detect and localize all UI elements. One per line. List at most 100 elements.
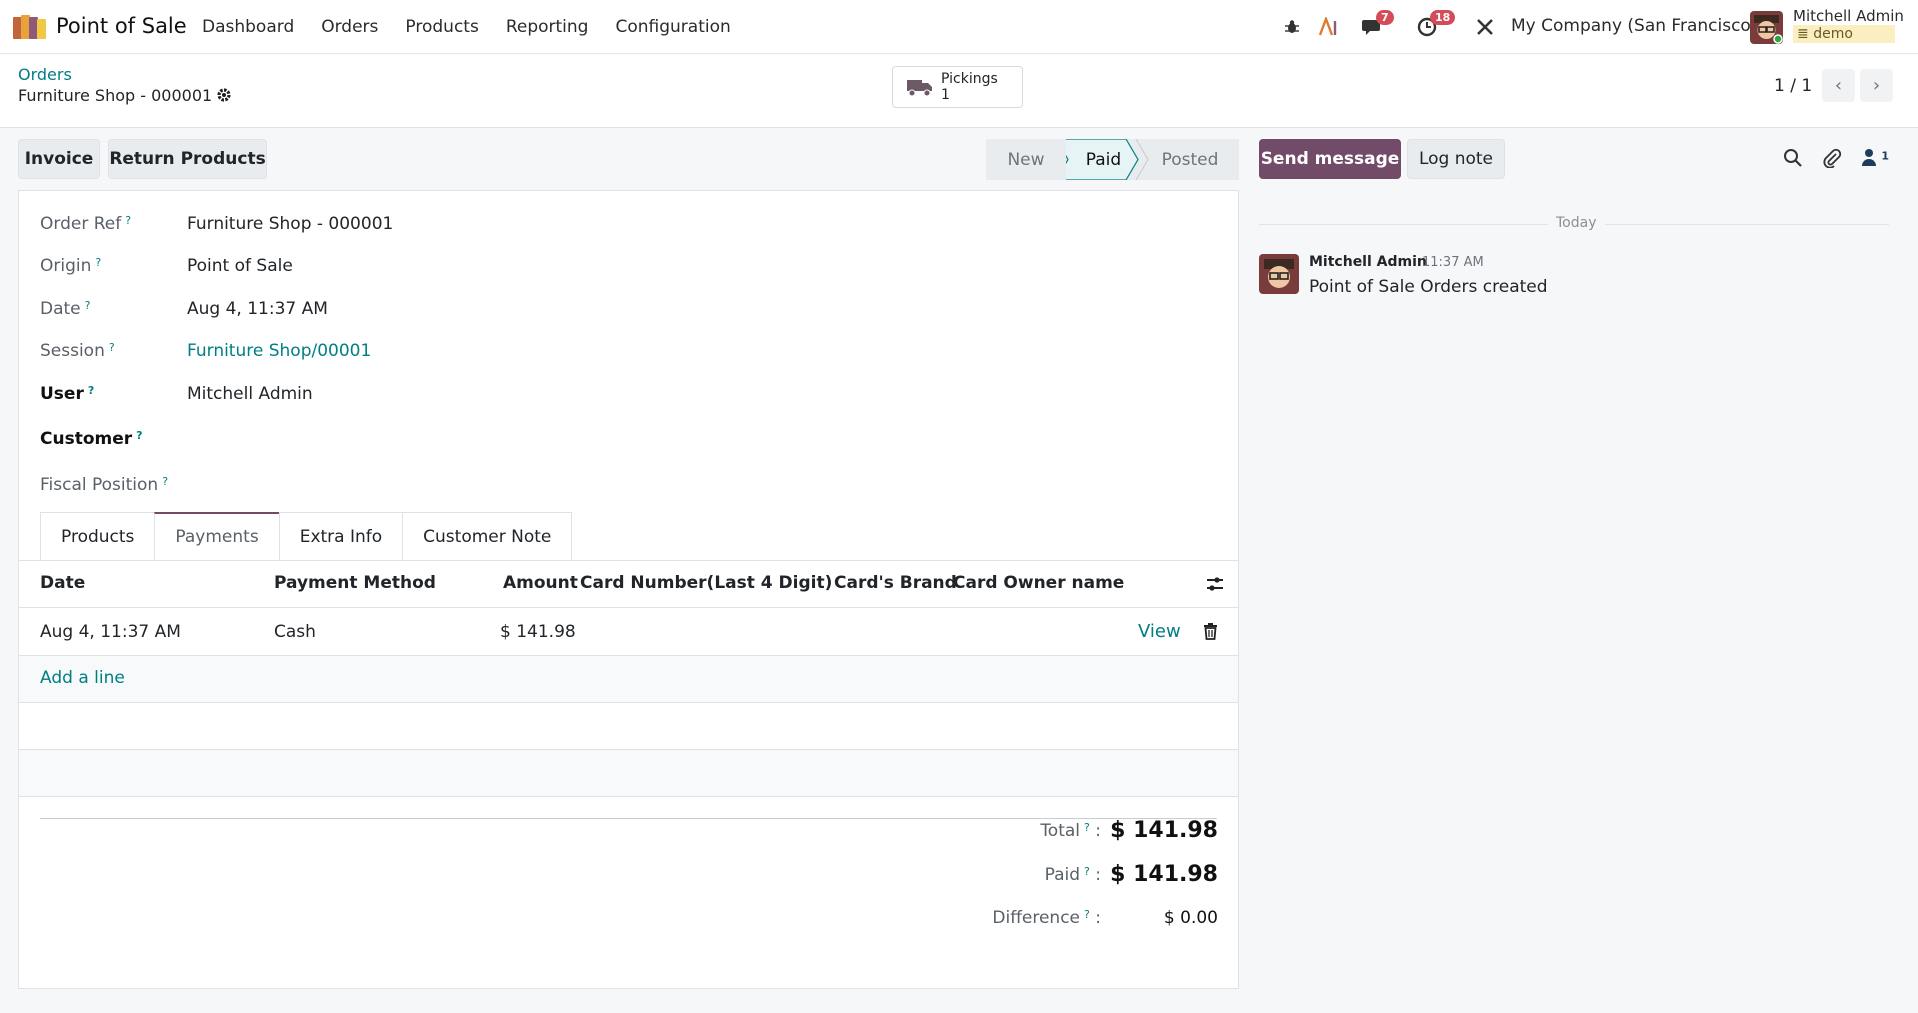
navbar: Point of Sale Dashboard Orders Products … (0, 0, 1918, 54)
tab-payments[interactable]: Payments (154, 512, 280, 560)
database-chip: ≣ demo (1793, 25, 1895, 43)
total-label: Total? : (1040, 821, 1101, 841)
tab-extra-info[interactable]: Extra Info (278, 512, 404, 560)
message-time: 11:37 AM (1422, 255, 1484, 270)
help-tooltip-icon[interactable]: ? (85, 299, 91, 312)
main-menu: Dashboard Orders Products Reporting Conf… (202, 17, 758, 37)
send-message-button[interactable]: Send message (1259, 139, 1401, 179)
search-icon[interactable] (1783, 148, 1803, 173)
pos-app-icon[interactable] (13, 15, 47, 39)
activities-badge: 18 (1430, 10, 1456, 25)
user-name[interactable]: Mitchell Admin (1793, 7, 1904, 25)
messages-badge: 7 (1376, 10, 1394, 25)
tab-customer-note[interactable]: Customer Note (402, 512, 573, 560)
pager-value[interactable]: 1 / 1 (1774, 76, 1812, 96)
message-author-avatar[interactable] (1259, 254, 1299, 294)
empty-row (19, 702, 1238, 749)
pager-next-button[interactable]: › (1860, 69, 1893, 102)
status-posted[interactable]: Posted (1141, 139, 1239, 180)
session-label: Session? (40, 341, 115, 361)
optional-columns-icon[interactable] (1206, 575, 1224, 598)
header-separator (19, 607, 1238, 608)
view-button[interactable]: View (1138, 621, 1181, 642)
table-bottom-border (19, 796, 1238, 797)
invoice-button[interactable]: Invoice (18, 139, 100, 179)
paid-value: $ 141.98 (1110, 862, 1218, 887)
menu-orders[interactable]: Orders (321, 17, 378, 37)
smart-button-count: 1 (941, 87, 950, 103)
help-tooltip-icon[interactable]: ? (95, 256, 101, 269)
notebook-tabs: Products Payments Extra Info Customer No… (40, 512, 573, 560)
help-tooltip-icon[interactable]: ? (136, 429, 142, 442)
totals-separator (40, 818, 1217, 819)
smart-button-label: Pickings (941, 71, 998, 87)
followers-button[interactable]: 1 (1862, 148, 1889, 171)
column-card-number[interactable]: Card Number(Last 4 Digit) (580, 573, 832, 593)
status-bar: New Paid Posted (986, 139, 1239, 180)
ai-icon[interactable] (1316, 12, 1342, 42)
chevron-right-icon: › (1872, 75, 1881, 96)
breadcrumb-orders[interactable]: Orders (18, 65, 72, 84)
gear-icon[interactable] (216, 87, 232, 107)
form-sheet: Order Ref? Furniture Shop - 000001 Origi… (18, 190, 1239, 989)
date-label: Date? (40, 299, 91, 319)
control-panel: Orders Furniture Shop - 000001 Pickings … (0, 55, 1918, 128)
help-tooltip-icon[interactable]: ? (162, 475, 168, 488)
app-name[interactable]: Point of Sale (56, 14, 187, 38)
row-amount[interactable]: $ 141.98 (500, 622, 576, 642)
date-value[interactable]: Aug 4, 11:37 AM (187, 299, 328, 319)
activity-clock-icon[interactable]: 18 (1412, 10, 1456, 42)
session-link[interactable]: Furniture Shop/00001 (187, 341, 371, 361)
message-author[interactable]: Mitchell Admin (1309, 254, 1427, 270)
pager-previous-button[interactable]: ‹ (1822, 69, 1855, 102)
column-payment-method[interactable]: Payment Method (274, 573, 436, 593)
followers-count: 1 (1881, 149, 1890, 163)
help-tooltip-icon[interactable]: ? (125, 214, 131, 227)
debug-icon[interactable] (1280, 12, 1304, 42)
user-label: User? (40, 384, 95, 404)
table-top-border (19, 560, 1238, 561)
menu-dashboard[interactable]: Dashboard (202, 17, 294, 37)
column-card-owner[interactable]: Card Owner name (953, 573, 1124, 593)
origin-value[interactable]: Point of Sale (187, 256, 293, 276)
difference-label: Difference? : (992, 908, 1101, 928)
return-products-button[interactable]: Return Products (108, 139, 267, 179)
breadcrumb-current-record: Furniture Shop - 000001 (18, 86, 213, 105)
user-avatar[interactable] (1750, 11, 1783, 44)
message-body: Point of Sale Orders created (1309, 277, 1548, 297)
origin-label: Origin? (40, 256, 102, 276)
empty-row (19, 749, 1238, 796)
help-tooltip-icon[interactable]: ? (109, 341, 115, 354)
log-note-button[interactable]: Log note (1407, 139, 1505, 179)
customer-label: Customer? (40, 429, 143, 449)
menu-configuration[interactable]: Configuration (615, 17, 730, 37)
row-payment-method[interactable]: Cash (274, 622, 316, 642)
menu-products[interactable]: Products (405, 17, 478, 37)
help-tooltip-icon[interactable]: ? (88, 384, 94, 397)
trash-icon[interactable] (1203, 623, 1218, 645)
column-amount[interactable]: Amount (503, 573, 578, 593)
status-paid[interactable]: Paid (1066, 139, 1141, 180)
menu-reporting[interactable]: Reporting (506, 17, 589, 37)
truck-icon (907, 80, 932, 97)
add-a-line-link[interactable]: Add a line (40, 668, 125, 688)
column-date[interactable]: Date (40, 573, 85, 593)
status-new[interactable]: New (986, 139, 1066, 180)
order-ref-value[interactable]: Furniture Shop - 000001 (187, 214, 393, 234)
total-value: $ 141.98 (1110, 818, 1218, 843)
column-card-brand[interactable]: Card's Brand (834, 573, 957, 593)
paperclip-icon[interactable] (1822, 148, 1842, 173)
pickings-smart-button[interactable]: Pickings 1 (892, 66, 1023, 108)
paid-label: Paid? : (1044, 865, 1101, 885)
order-ref-label: Order Ref? (40, 214, 132, 234)
user-icon (1862, 149, 1876, 166)
database-name: demo (1813, 26, 1853, 42)
add-line-row: Add a line (19, 655, 1238, 702)
fiscal-position-label: Fiscal Position? (40, 475, 169, 495)
row-date[interactable]: Aug 4, 11:37 AM (40, 622, 181, 642)
tools-icon[interactable] (1472, 12, 1498, 42)
messages-icon[interactable]: 7 (1358, 10, 1394, 42)
tab-products[interactable]: Products (40, 512, 156, 560)
user-value[interactable]: Mitchell Admin (187, 384, 313, 404)
company-switcher[interactable]: My Company (San Francisco) (1511, 16, 1757, 36)
